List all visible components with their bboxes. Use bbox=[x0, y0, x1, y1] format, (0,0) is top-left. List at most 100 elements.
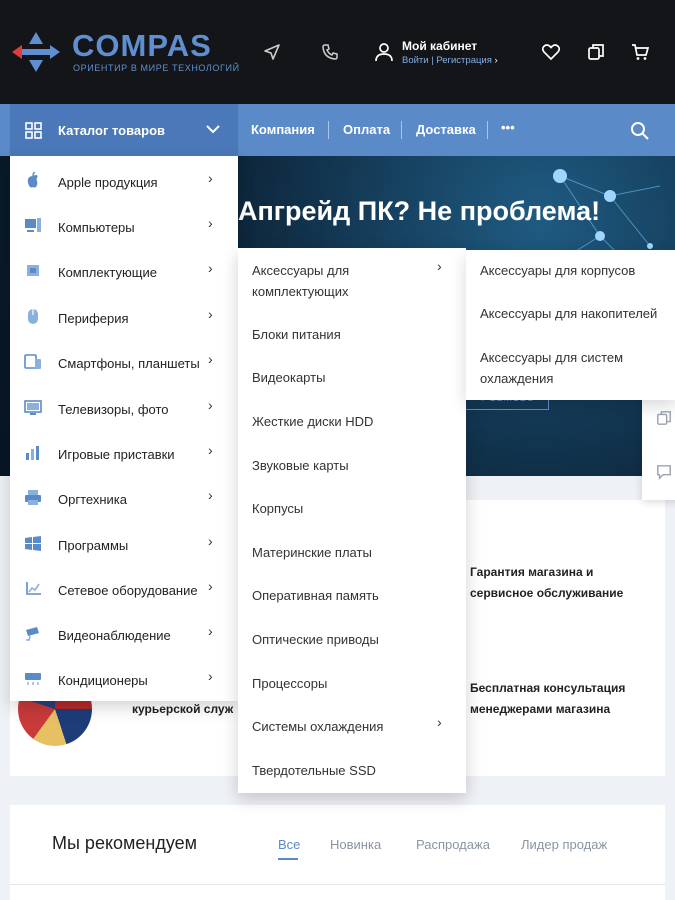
catalog-item-computers[interactable]: Компьютеры › bbox=[10, 203, 238, 248]
catalog-item-label: Игровые приставки bbox=[58, 447, 175, 462]
user-icon bbox=[375, 43, 393, 62]
catalog-item-network[interactable]: Сетевое оборудование › bbox=[10, 566, 238, 611]
camera-icon bbox=[26, 627, 39, 641]
account-title: Мой кабинет bbox=[402, 39, 478, 53]
chevron-right-icon: › bbox=[208, 442, 213, 458]
catalog-item-air-conditioners[interactable]: Кондиционеры › bbox=[10, 656, 238, 701]
submenu-item-power-supplies[interactable]: Блоки питания bbox=[252, 324, 341, 345]
catalog-item-peripherals[interactable]: Периферия › bbox=[10, 294, 238, 339]
chevron-right-icon: › bbox=[208, 397, 213, 413]
chevron-right-icon: › bbox=[208, 578, 213, 594]
catalog-item-label: Телевизоры, фото bbox=[58, 402, 169, 417]
windows-icon bbox=[25, 536, 41, 551]
catalog-item-office[interactable]: Оргтехника › bbox=[10, 475, 238, 520]
submenu-item-gpus[interactable]: Видеокарты bbox=[252, 367, 325, 388]
catalog-item-label: Программы bbox=[58, 538, 129, 553]
catalog-item-label: Оргтехника bbox=[58, 492, 127, 507]
chat-icon[interactable] bbox=[656, 464, 672, 480]
chevron-right-icon: › bbox=[208, 351, 213, 367]
submenu-item-cpus[interactable]: Процессоры bbox=[252, 673, 327, 694]
submenu-item-hdd[interactable]: Жесткие диски HDD bbox=[252, 411, 373, 432]
divider bbox=[10, 884, 665, 885]
computer-icon bbox=[25, 218, 41, 232]
banner-title: Апгрейд ПК? Не проблема! bbox=[238, 196, 601, 226]
submenu3-item-cooling-accessories[interactable]: Аксессуары для систем охлаждения bbox=[480, 347, 650, 389]
components-icon bbox=[27, 265, 39, 276]
recommend-title: Мы рекомендуем bbox=[52, 833, 198, 853]
nav-separator bbox=[401, 121, 402, 139]
nav-separator bbox=[328, 121, 329, 139]
submenu-item-motherboards[interactable]: Материнские платы bbox=[252, 542, 372, 563]
chevron-right-icon: › bbox=[437, 714, 442, 730]
feature-consultation: Бесплатная консультация менеджерами мага… bbox=[470, 681, 626, 716]
site-header: COMPAS ОРИЕНТИР В МИРЕ ТЕХНОЛОГИЙ Мой ка… bbox=[0, 0, 675, 104]
grid-icon bbox=[25, 122, 42, 139]
tab-bestseller[interactable]: Лидер продаж bbox=[521, 837, 607, 852]
feature-warranty: Гарантия магазина и сервисное обслуживан… bbox=[470, 565, 624, 600]
nav-more-button[interactable]: ••• bbox=[501, 120, 515, 135]
network-icon bbox=[26, 582, 41, 595]
apple-icon bbox=[27, 172, 38, 188]
catalog-item-cctv[interactable]: Видеонаблюдение › bbox=[10, 611, 238, 656]
submenu-item-cooling[interactable]: Системы охлаждения bbox=[252, 716, 383, 737]
chevron-down-icon bbox=[206, 125, 220, 134]
submenu-item-ram[interactable]: Оперативная память bbox=[252, 585, 379, 606]
air-conditioner-icon bbox=[25, 673, 41, 685]
catalog-item-apple[interactable]: Apple продукция › bbox=[10, 158, 238, 203]
logo-tagline: ОРИЕНТИР В МИРЕ ТЕХНОЛОГИЙ bbox=[73, 63, 240, 73]
nav-link-delivery[interactable]: Доставка bbox=[416, 122, 476, 137]
search-icon[interactable] bbox=[630, 121, 650, 141]
submenu-item-sound-cards[interactable]: Звуковые карты bbox=[252, 455, 349, 476]
chevron-right-icon: › bbox=[208, 623, 213, 639]
phone-icon[interactable] bbox=[320, 42, 340, 62]
submenu-item-ssd[interactable]: Твердотельные SSD bbox=[252, 760, 376, 781]
chevron-right-icon: › bbox=[208, 260, 213, 276]
chevron-right-icon: › bbox=[208, 668, 213, 684]
tab-new[interactable]: Новинка bbox=[330, 837, 381, 852]
catalog-item-consoles[interactable]: Игровые приставки › bbox=[10, 430, 238, 475]
compass-logo-icon bbox=[12, 32, 60, 72]
chevron-right-icon: › bbox=[208, 487, 213, 503]
tv-icon bbox=[24, 400, 42, 415]
mouse-icon bbox=[28, 309, 38, 324]
compare-icon[interactable] bbox=[586, 42, 606, 62]
chevron-right-icon: › bbox=[208, 170, 213, 186]
catalog-item-label: Apple продукция bbox=[58, 175, 158, 190]
submenu3-item-case-accessories[interactable]: Аксессуары для корпусов bbox=[480, 260, 635, 281]
compare-icon[interactable] bbox=[656, 410, 672, 426]
catalog-item-label: Периферия bbox=[58, 311, 129, 326]
catalog-button[interactable]: Каталог товаров bbox=[10, 104, 238, 156]
logo-name: COMPAS bbox=[72, 28, 212, 63]
catalog-item-label: Кондиционеры bbox=[58, 673, 148, 688]
catalog-item-software[interactable]: Программы › bbox=[10, 521, 238, 566]
chevron-right-icon: › bbox=[437, 258, 442, 274]
catalog-item-tv[interactable]: Телевизоры, фото › bbox=[10, 385, 238, 430]
catalog-item-label: Видеонаблюдение bbox=[58, 628, 171, 643]
tab-sale[interactable]: Распродажа bbox=[416, 837, 490, 852]
catalog-item-smartphones[interactable]: Смартфоны, планшеты › bbox=[10, 339, 238, 384]
cart-icon[interactable] bbox=[630, 42, 650, 62]
login-register-link[interactable]: Войти | Регистрация › bbox=[402, 55, 498, 66]
submenu-item-accessories[interactable]: Аксессуары для комплектующих bbox=[252, 260, 432, 302]
chevron-right-icon: › bbox=[208, 215, 213, 231]
nav-link-company[interactable]: Компания bbox=[251, 122, 315, 137]
catalog-submenu-level3: Аксессуары для корпусов Аксессуары для н… bbox=[466, 250, 675, 400]
tab-all[interactable]: Все bbox=[278, 837, 300, 852]
catalog-item-components[interactable]: Комплектующие › bbox=[10, 248, 238, 293]
site-logo[interactable]: COMPAS ОРИЕНТИР В МИРЕ ТЕХНОЛОГИЙ bbox=[10, 28, 250, 78]
heart-icon[interactable] bbox=[541, 42, 561, 62]
submenu-item-cases[interactable]: Корпусы bbox=[252, 498, 303, 519]
chevron-right-icon: › bbox=[208, 306, 213, 322]
location-arrow-icon[interactable] bbox=[262, 42, 282, 62]
nav-separator bbox=[487, 121, 488, 139]
nav-link-payment[interactable]: Оплата bbox=[343, 122, 390, 137]
catalog-submenu: Аксессуары для комплектующих › Блоки пит… bbox=[238, 248, 466, 793]
catalog-menu: Apple продукция › Компьютеры › Комплекту… bbox=[10, 156, 238, 701]
catalog-label: Каталог товаров bbox=[58, 123, 166, 138]
submenu3-item-storage-accessories[interactable]: Аксессуары для накопителей bbox=[480, 303, 657, 324]
feature-courier: курьерской служ bbox=[132, 702, 234, 716]
catalog-item-label: Комплектующие bbox=[58, 265, 157, 280]
submenu-item-optical[interactable]: Оптические приводы bbox=[252, 629, 379, 650]
smartphone-icon bbox=[24, 354, 41, 369]
catalog-item-label: Смартфоны, планшеты bbox=[58, 356, 200, 371]
